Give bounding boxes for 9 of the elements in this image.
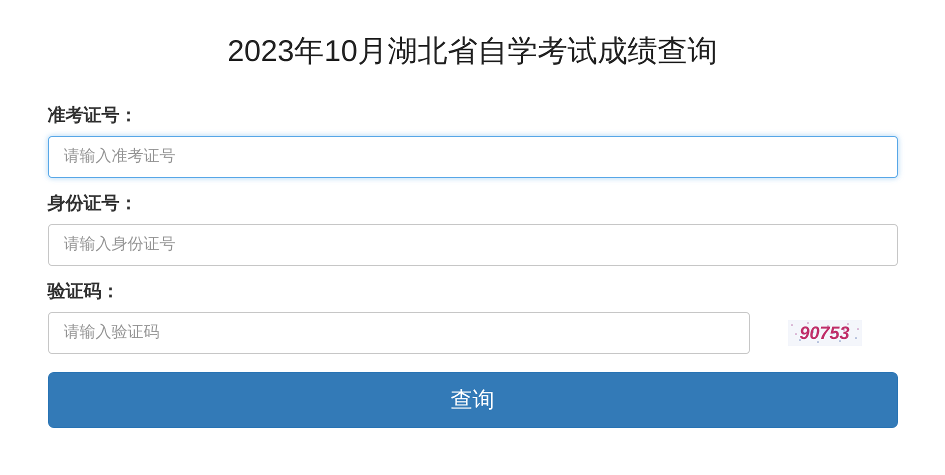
- captcha-image[interactable]: 90753: [788, 320, 862, 346]
- input-field[interactable]: 请输入验证码: [48, 312, 750, 354]
- input-field[interactable]: 请输入准考证号: [48, 136, 898, 178]
- field-label: 验证码：: [48, 280, 120, 302]
- query-button[interactable]: 查询: [48, 372, 898, 428]
- page-title: 2023年10月湖北省自学考试成绩查询: [226, 34, 719, 70]
- field-label: 身份证号：: [48, 192, 138, 214]
- input-field[interactable]: 请输入身份证号: [48, 224, 898, 266]
- field-label: 准考证号：: [48, 104, 138, 126]
